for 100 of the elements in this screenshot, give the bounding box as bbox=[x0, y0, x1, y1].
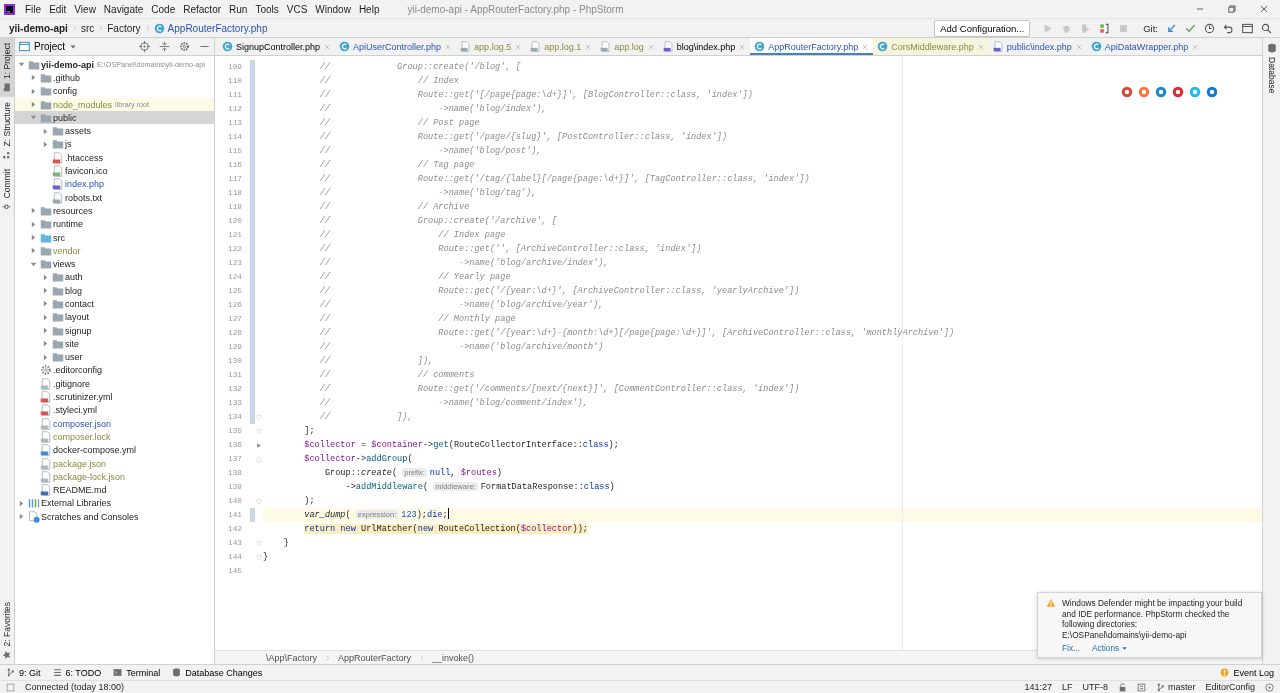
tree-item[interactable]: .htaccess bbox=[15, 151, 214, 165]
event-log-button[interactable]: Event Log bbox=[1220, 667, 1274, 678]
tree-item[interactable]: layout bbox=[15, 310, 214, 324]
tree-item[interactable]: site bbox=[15, 337, 214, 351]
menu-item[interactable]: VCS bbox=[282, 3, 312, 15]
tree-item[interactable]: contact bbox=[15, 297, 214, 311]
code-line: // Route::get('', [ArchiveController::class, 'index']) bbox=[318, 243, 702, 256]
vcs-label: Git: bbox=[1143, 22, 1158, 34]
tree-item[interactable]: package-lock.json bbox=[15, 470, 214, 484]
tree-item[interactable]: .scrutinizer.yml bbox=[15, 390, 214, 404]
tree-item[interactable]: auth bbox=[15, 270, 214, 285]
tool-window-button[interactable]: 9: Git bbox=[6, 667, 41, 678]
tree-item[interactable]: src bbox=[15, 230, 214, 245]
tool-window-tab[interactable]: 1: Project bbox=[0, 38, 14, 97]
tree-item[interactable]: composer.lock bbox=[15, 430, 214, 444]
menu-item[interactable]: File bbox=[21, 3, 46, 15]
code-line: // ->name('blog/archive/index'), bbox=[318, 257, 609, 270]
breadcrumb-item[interactable]: src bbox=[77, 22, 98, 34]
directory-path: E:\OSPanel\domains\yii-demo-api bbox=[1062, 629, 1188, 640]
code-line: // Route::get('/{year:\d+}', [ArchiveController::class, 'yearlyArchive']) bbox=[318, 285, 800, 298]
breadcrumb-item[interactable]: AppRouterFactory bbox=[335, 652, 415, 663]
code-line: // ->name('blog/post'), bbox=[318, 145, 542, 158]
menu-item[interactable]: Edit bbox=[45, 3, 71, 15]
tree-item[interactable]: vendor bbox=[15, 244, 214, 258]
menu-item[interactable]: Run bbox=[225, 3, 252, 15]
code-style-widget[interactable]: EditorConfig bbox=[1205, 682, 1255, 692]
tree-item[interactable]: Scratches and Consoles bbox=[15, 510, 214, 524]
breadcrumb-item[interactable]: AppRouterFactory.php bbox=[150, 22, 271, 34]
tool-window-button[interactable]: 6: TODO bbox=[52, 667, 102, 678]
tree-item[interactable]: External Libraries bbox=[15, 496, 214, 511]
tool-window-tab[interactable]: Database bbox=[1264, 38, 1279, 99]
tree-item[interactable]: robots.txt bbox=[15, 190, 214, 205]
tree-item[interactable]: index.php bbox=[15, 177, 214, 191]
tool-window-tab[interactable]: 2: Favorites bbox=[0, 596, 14, 664]
window-title: yii-demo-api - AppRouterFactory.php - PhpStorm bbox=[407, 3, 624, 15]
tree-item[interactable]: assets bbox=[15, 124, 214, 138]
code-line: // ]), bbox=[318, 411, 413, 424]
breadcrumb-item[interactable]: __invoke() bbox=[429, 652, 478, 663]
tree-item[interactable]: blog bbox=[15, 284, 214, 298]
tree-item[interactable]: views bbox=[15, 257, 214, 271]
caret-position[interactable]: 141:27 bbox=[1024, 682, 1052, 692]
tree-item[interactable]: .editorconfig bbox=[15, 363, 214, 378]
code-line: // Route::get('/{year:\d+}-{month:\d+}[/page{page:\d+}]', [ArchiveController::class, 'monthlyArchive']) bbox=[318, 327, 955, 340]
code-line: } bbox=[263, 551, 269, 564]
tree-item[interactable]: favicon.ico bbox=[15, 164, 214, 178]
menu-item[interactable]: Navigate bbox=[99, 3, 148, 15]
branch-widget[interactable]: master bbox=[1155, 682, 1196, 692]
tree-item[interactable]: .styleci.yml bbox=[15, 403, 214, 417]
run-configuration-button[interactable]: Add Configuration... bbox=[934, 19, 1031, 37]
editor-tab[interactable]: ApiUserController.php bbox=[335, 38, 457, 55]
menu-item[interactable]: Code bbox=[147, 3, 180, 15]
tool-window-button[interactable]: Terminal bbox=[113, 667, 161, 678]
code-line: // // Yearly page bbox=[318, 271, 511, 284]
editor-tab[interactable]: blog\index.php bbox=[658, 38, 751, 55]
menu-item[interactable]: View bbox=[70, 3, 100, 15]
code-line: // ->name('blog/archive/year'), bbox=[318, 299, 604, 312]
code-line: // ->name('blog/archive/month') bbox=[318, 341, 604, 354]
editor-tab[interactable]: public\index.php bbox=[988, 38, 1087, 55]
editor-tab[interactable]: ApiDataWrapper.php bbox=[1086, 38, 1204, 55]
tree-item[interactable]: user bbox=[15, 350, 214, 364]
notification-message: Windows Defender might be impacting your build and IDE performance. PhpStorm checked the following directories: bbox=[1062, 598, 1244, 630]
tool-window-button[interactable]: Database Changes bbox=[172, 667, 263, 678]
editor-tab[interactable]: AppRouterFactory.php bbox=[750, 38, 874, 55]
notification-link[interactable]: Actions bbox=[1092, 643, 1129, 654]
tree-item[interactable]: docker-compose.yml bbox=[15, 443, 214, 457]
code-line: // Route::get('[/page{page:\d+}]', [BlogController::class, 'index']) bbox=[318, 89, 753, 102]
tool-window-tab[interactable]: Commit bbox=[0, 164, 14, 217]
tree-item[interactable]: config bbox=[15, 84, 214, 98]
tree-item[interactable]: signup bbox=[15, 323, 214, 338]
code-line: // // Index page bbox=[318, 229, 506, 242]
tree-item[interactable]: runtime bbox=[15, 217, 214, 231]
code-line: // Group::create('/archive', [ bbox=[318, 215, 557, 228]
editor-tab[interactable]: app.log.5 bbox=[456, 38, 527, 55]
code-line: // Route::get('/page/{slug}', [PostController::class, 'index']) bbox=[318, 131, 728, 144]
file-encoding[interactable]: UTF-8 bbox=[1082, 682, 1108, 692]
tree-item[interactable]: README.md bbox=[15, 483, 214, 497]
breadcrumb-item[interactable]: yii-demo-api bbox=[6, 22, 71, 34]
notification-link[interactable]: Fix... bbox=[1062, 643, 1080, 654]
menu-item[interactable]: Refactor bbox=[179, 3, 226, 15]
code-line: $collector->addGroup( bbox=[303, 453, 413, 466]
tree-item[interactable]: .gitignore bbox=[15, 377, 214, 391]
code-line: // ->name('blog/comment/index'), bbox=[318, 397, 588, 410]
breadcrumb-item[interactable]: Factory bbox=[104, 22, 144, 34]
breadcrumb-item[interactable]: \App\Factory bbox=[263, 652, 321, 663]
tree-item[interactable]: .github bbox=[15, 71, 214, 85]
tree-item[interactable]: resources bbox=[15, 204, 214, 218]
menu-item[interactable]: Help bbox=[354, 3, 384, 15]
project-view-dropdown[interactable]: Project bbox=[19, 41, 78, 52]
tree-item[interactable]: public bbox=[15, 111, 214, 125]
menu-item[interactable]: Tools bbox=[251, 3, 283, 15]
tree-item[interactable]: composer.json bbox=[15, 417, 214, 431]
editor-tab[interactable]: SignupController.php bbox=[218, 38, 336, 55]
tree-item[interactable]: js bbox=[15, 137, 214, 152]
code-line: ]; bbox=[303, 425, 315, 438]
code-line: } bbox=[282, 537, 289, 550]
code-line: // Group::create('/blog', [ bbox=[318, 61, 521, 74]
tool-window-tab[interactable]: Z: Structure bbox=[0, 96, 14, 165]
line-separator[interactable]: LF bbox=[1061, 682, 1073, 692]
menu-item[interactable]: Window bbox=[311, 3, 355, 15]
tree-item[interactable]: package.json bbox=[15, 456, 214, 471]
